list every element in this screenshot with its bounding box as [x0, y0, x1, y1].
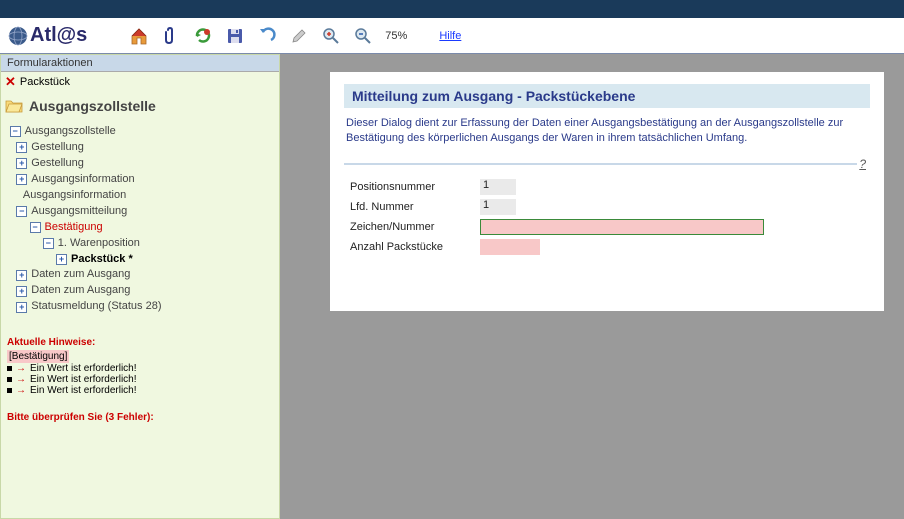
x-icon: ✕	[5, 74, 16, 90]
collapse-icon[interactable]: −	[43, 238, 54, 249]
sidebar-title: Ausgangszollstelle	[1, 92, 279, 120]
expand-icon[interactable]: +	[16, 142, 27, 153]
hint-text: Ein Wert ist erforderlich!	[30, 374, 137, 385]
tree-daten-ausgang[interactable]: Daten zum Ausgang	[31, 267, 130, 283]
app-logo: Atl@s	[8, 24, 87, 47]
label-anzahl-packstuecke: Anzahl Packstücke	[350, 241, 480, 253]
save-icon[interactable]	[225, 26, 245, 46]
zoom-in-icon[interactable]	[321, 26, 341, 46]
delete-packstueck-action[interactable]: ✕ Packstück	[1, 72, 279, 92]
expand-icon[interactable]: +	[16, 286, 27, 297]
toolbar: Atl@s 75% Hilfe	[0, 18, 904, 54]
label-positionsnummer: Positionsnummer	[350, 181, 480, 193]
help-icon[interactable]: ?	[859, 157, 866, 171]
collapse-icon[interactable]: −	[30, 222, 41, 233]
value-lfd-nummer: 1	[480, 199, 516, 215]
expand-icon[interactable]: +	[16, 158, 27, 169]
tree-ausgangsmitteilung[interactable]: Ausgangsmitteilung	[31, 204, 127, 220]
value-positionsnummer: 1	[480, 179, 516, 195]
expand-icon[interactable]: +	[56, 254, 67, 265]
input-zeichen-nummer[interactable]	[480, 219, 764, 235]
nav-tree: −Ausgangszollstelle +Gestellung +Gestell…	[1, 120, 279, 319]
arrow-icon: →	[16, 385, 26, 396]
sidebar-header: Formularaktionen	[1, 55, 279, 72]
tree-ausgangszollstelle[interactable]: Ausgangszollstelle	[25, 124, 116, 140]
folder-icon	[5, 99, 23, 113]
hint-text: Ein Wert ist erforderlich!	[30, 363, 137, 374]
tree-gestellung[interactable]: Gestellung	[31, 156, 84, 172]
collapse-icon[interactable]: −	[16, 206, 27, 217]
hint-row: → Ein Wert ist erforderlich!	[7, 374, 273, 385]
divider	[344, 163, 857, 165]
zoom-level: 75%	[385, 30, 407, 42]
bullet-icon	[7, 377, 12, 382]
tree-packstueck[interactable]: Packstück *	[71, 252, 133, 268]
undo-icon[interactable]	[257, 26, 277, 46]
tree-bestaetigung[interactable]: Bestätigung	[45, 220, 103, 236]
panel-description: Dieser Dialog dient zur Erfassung der Da…	[344, 116, 870, 147]
tree-statusmeldung[interactable]: Statusmeldung (Status 28)	[31, 299, 161, 315]
hint-row: → Ein Wert ist erforderlich!	[7, 385, 273, 396]
hints-title: Aktuelle Hinweise:	[7, 337, 273, 348]
expand-icon[interactable]: +	[16, 302, 27, 313]
expand-icon[interactable]: +	[16, 270, 27, 281]
tree-gestellung[interactable]: Gestellung	[31, 140, 84, 156]
input-anzahl-packstuecke[interactable]	[480, 239, 540, 255]
tree-ausgangsinfo[interactable]: Ausgangsinformation	[23, 188, 126, 204]
home-icon[interactable]	[129, 26, 149, 46]
action-label: Packstück	[20, 76, 70, 88]
edit-icon[interactable]	[289, 26, 309, 46]
hints-section: Aktuelle Hinweise: [Bestätigung] → Ein We…	[1, 319, 279, 427]
panel-title: Mitteilung zum Ausgang - Packstückebene	[344, 84, 870, 108]
arrow-icon: →	[16, 374, 26, 385]
bullet-icon	[7, 366, 12, 371]
hint-text: Ein Wert ist erforderlich!	[30, 385, 137, 396]
hint-row: → Ein Wert ist erforderlich!	[7, 363, 273, 374]
content-area: Mitteilung zum Ausgang - Packstückebene …	[280, 54, 904, 519]
check-title: Bitte überprüfen Sie (3 Fehler):	[7, 412, 273, 423]
refresh-icon[interactable]	[193, 26, 213, 46]
help-link[interactable]: Hilfe	[439, 30, 461, 42]
attach-icon[interactable]	[161, 26, 181, 46]
form: Positionsnummer 1 Lfd. Nummer 1 Zeichen/…	[344, 171, 870, 299]
expand-icon[interactable]: +	[16, 174, 27, 185]
tree-daten-ausgang[interactable]: Daten zum Ausgang	[31, 283, 130, 299]
collapse-icon[interactable]: −	[10, 126, 21, 137]
label-lfd-nummer: Lfd. Nummer	[350, 201, 480, 213]
tree-ausgangsinfo[interactable]: Ausgangsinformation	[31, 172, 134, 188]
zoom-out-icon[interactable]	[353, 26, 373, 46]
bullet-icon	[7, 388, 12, 393]
globe-icon	[8, 26, 28, 46]
label-zeichen-nummer: Zeichen/Nummer	[350, 221, 480, 233]
arrow-icon: →	[16, 363, 26, 374]
sidebar: Formularaktionen ✕ Packstück Ausgangszol…	[0, 54, 280, 519]
tree-warenposition[interactable]: 1. Warenposition	[58, 236, 140, 252]
form-panel: Mitteilung zum Ausgang - Packstückebene …	[330, 72, 884, 311]
hint-category: [Bestätigung]	[7, 350, 69, 363]
window-titlebar	[0, 0, 904, 18]
